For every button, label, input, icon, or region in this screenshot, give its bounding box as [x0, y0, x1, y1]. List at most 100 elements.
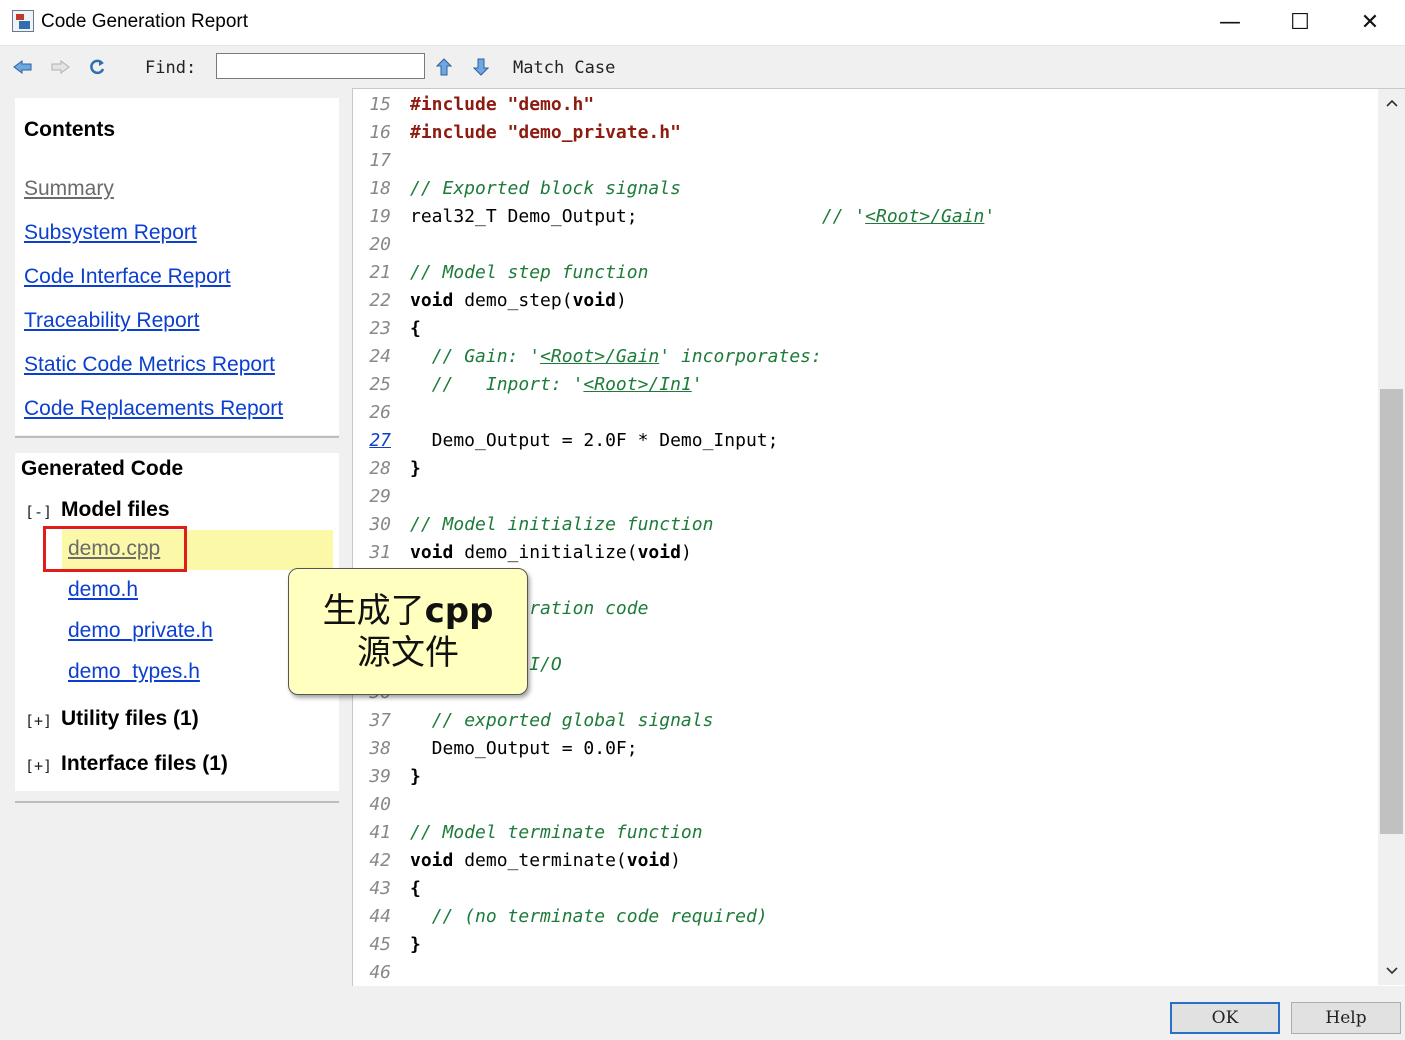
utility-files-label[interactable]: Utility files (1) [61, 707, 199, 731]
minimize-button[interactable]: — [1195, 0, 1265, 45]
code-text: real32_T Demo_Output; // '<Root>/Gain' [410, 203, 995, 231]
code-token: ) [680, 542, 692, 563]
line-number: 25 [369, 374, 391, 395]
interface-files-expand-toggle[interactable]: [+] [25, 757, 52, 775]
line-number: 31 [369, 542, 391, 563]
code-line: 25 // Inport: '<Root>/In1' [353, 371, 1373, 399]
line-number: 22 [369, 290, 391, 311]
code-text: void demo_step(void) [410, 287, 627, 315]
code-lines: 15 #include "demo.h" 16 #include "demo_priv… [353, 91, 1373, 987]
code-line: 15 #include "demo.h" [353, 91, 1373, 119]
code-keyword: { [410, 878, 421, 899]
code-line: 24 // Gain: '<Root>/Gain' incorporates: [353, 343, 1373, 371]
scrollbar-thumb[interactable] [1380, 389, 1403, 834]
code-keyword: void [637, 542, 681, 563]
code-viewer[interactable]: 15 #include "demo.h" 16 #include "demo_priv… [352, 88, 1405, 986]
code-line: 43 { [353, 875, 1373, 903]
vertical-scrollbar[interactable] [1378, 89, 1405, 985]
code-comment: // Model terminate function [410, 822, 703, 843]
find-input[interactable] [216, 53, 425, 79]
code-line: 29 [353, 483, 1373, 511]
code-keyword: } [410, 934, 421, 955]
code-comment: // Gain: ' [431, 346, 541, 367]
code-line: 23 { [353, 315, 1373, 343]
arrow-down-icon[interactable] [470, 56, 492, 78]
code-text: #include "demo.h" [410, 91, 594, 119]
code-comment: // Model step function [410, 262, 649, 283]
ok-button[interactable]: OK [1170, 1002, 1280, 1034]
code-text: // Inport: '<Root>/In1' [410, 371, 703, 399]
utility-files-expand-toggle[interactable]: [+] [25, 712, 52, 730]
back-arrow-icon[interactable] [12, 56, 34, 78]
model-files-label[interactable]: Model files [61, 498, 170, 522]
code-token: demo_terminate( [453, 850, 627, 871]
forward-arrow-icon[interactable] [49, 56, 71, 78]
match-case-toggle[interactable]: Match Case [513, 58, 615, 78]
code-comment: // ' [821, 206, 866, 227]
close-button[interactable]: ✕ [1335, 0, 1405, 45]
arrow-up-icon[interactable] [433, 56, 455, 78]
chevron-up-icon[interactable] [1378, 91, 1405, 115]
line-number: 39 [369, 766, 391, 787]
maximize-button[interactable]: ☐ [1265, 0, 1335, 45]
code-line: 39} [353, 763, 1373, 791]
line-number: 40 [369, 794, 391, 815]
find-label: Find: [145, 58, 197, 78]
code-text: void demo_terminate(void) [410, 847, 681, 875]
file-link-demo-types-h[interactable]: demo_types.h [68, 660, 200, 684]
line-number: 30 [369, 514, 391, 535]
code-interface-report-link[interactable]: Code Interface Report [24, 265, 231, 289]
code-line: 42 void demo_terminate(void) [353, 847, 1373, 875]
code-comment: ' [984, 206, 996, 227]
line-number[interactable]: 27 [353, 427, 391, 455]
line-number: 17 [369, 150, 391, 171]
section-divider [15, 436, 339, 438]
traceability-link[interactable]: <Root>/In1 [583, 374, 691, 395]
model-files-collapse-toggle[interactable]: [-] [25, 503, 52, 521]
code-comment: // Inport: ' [431, 374, 584, 395]
line-number: 37 [369, 710, 391, 731]
line-number: 19 [369, 206, 391, 227]
comment-link-wrapper: <Root>/Gain [540, 346, 659, 367]
callout-line-2: 源文件 [357, 632, 459, 673]
chevron-down-icon[interactable] [1378, 959, 1405, 983]
file-link-demo-private-h[interactable]: demo_private.h [68, 619, 213, 643]
refresh-icon[interactable] [86, 56, 108, 78]
callout-line-1: 生成了cpp [323, 590, 494, 632]
code-replacements-report-link[interactable]: Code Replacements Report [24, 397, 283, 421]
file-link-demo-h[interactable]: demo.h [68, 578, 138, 602]
code-line: 21 // Model step function [353, 259, 1373, 287]
traceability-link[interactable]: <Root>/Gain [865, 206, 984, 227]
summary-link[interactable]: Summary [24, 177, 114, 201]
code-line: 46 [353, 959, 1373, 987]
traceability-report-link[interactable]: Traceability Report [24, 309, 199, 333]
code-line: 26 [353, 399, 1373, 427]
code-token: ) [615, 290, 627, 311]
code-text: Demo_Output = 2.0F * Demo_Input; [410, 427, 779, 455]
code-text: // exported global signals [410, 707, 714, 735]
interface-files-label[interactable]: Interface files (1) [61, 752, 228, 776]
preprocessor-directive: #include "demo.h" [410, 94, 595, 115]
code-text: } [410, 763, 421, 791]
line-number: 38 [369, 738, 391, 759]
code-text: #include "demo_private.h" [410, 119, 681, 147]
code-token: demo_initialize( [453, 542, 638, 563]
code-text: Demo_Output = 0.0F; [410, 735, 638, 763]
line-number: 44 [369, 906, 391, 927]
help-button[interactable]: Help [1291, 1002, 1401, 1034]
code-comment: // Model initialize function [410, 514, 714, 535]
code-text: // Gain: '<Root>/Gain' incorporates: [410, 343, 822, 371]
contents-section: Contents Summary Subsystem Report Code I… [15, 98, 339, 435]
code-token: Demo_Output = 0.0F; [410, 738, 638, 759]
static-code-metrics-report-link[interactable]: Static Code Metrics Report [24, 353, 275, 377]
subsystem-report-link[interactable]: Subsystem Report [24, 221, 197, 245]
code-text: // Exported block signals [410, 175, 681, 203]
code-token: real32_T Demo_Output; [410, 206, 822, 227]
traceability-link[interactable]: <Root>/Gain [540, 346, 659, 367]
code-text: { [410, 875, 421, 903]
code-keyword: void [410, 850, 454, 871]
code-line: 27 Demo_Output = 2.0F * Demo_Input; [353, 427, 1373, 455]
code-text: { [410, 315, 421, 343]
code-line: 28} [353, 455, 1373, 483]
